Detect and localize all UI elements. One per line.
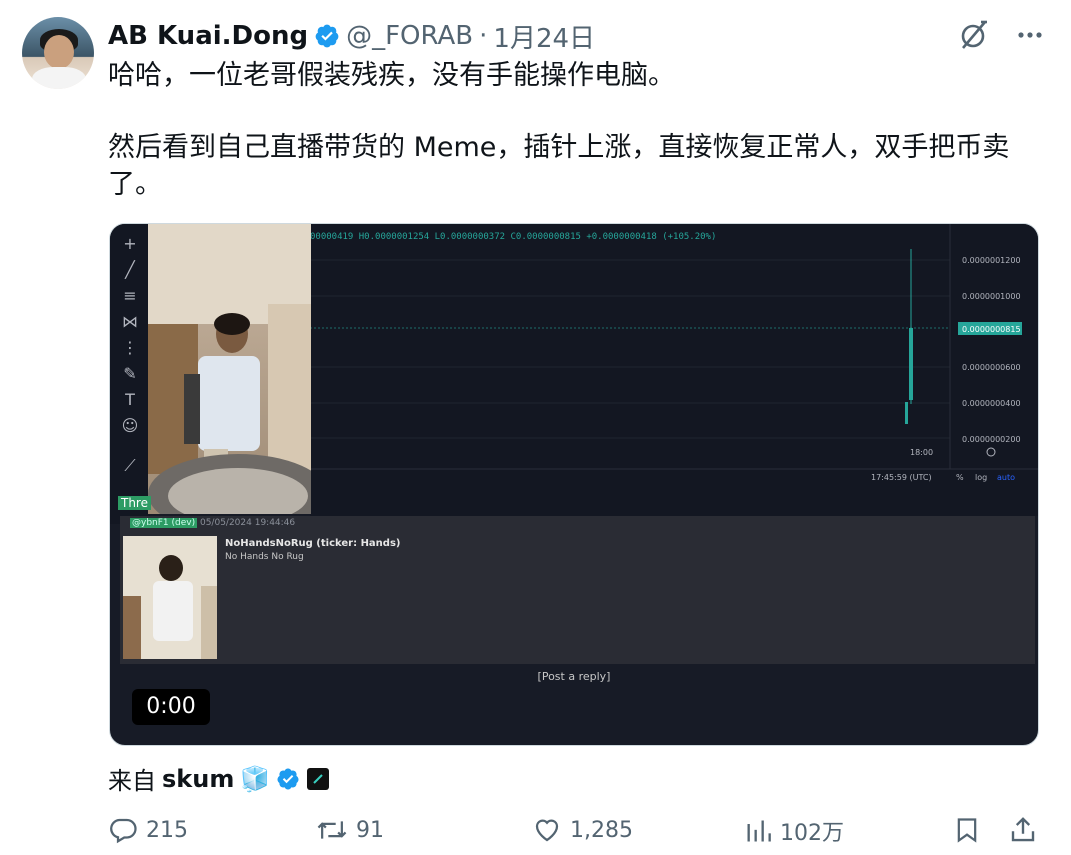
bookmark-icon — [957, 818, 977, 843]
price-chart: 0.0000001200 0.0000001000 0.0000000815 0… — [310, 224, 1038, 516]
price-tick-4: 0.0000000600 — [962, 363, 1021, 372]
auto-toggle: auto — [997, 473, 1015, 482]
tweet-text-line-2: 然后看到自己直播带货的 Meme，插针上涨，直接恢复正常人，双手把币卖 — [108, 132, 1010, 163]
author-handle[interactable]: @_FORAB — [346, 21, 473, 51]
tweet-text-line-3: 了。 — [108, 169, 162, 200]
thread-label: Thre — [118, 496, 151, 510]
ohlc-readout: 00000419 H0.0000001254 L0.0000000372 C0.… — [310, 232, 717, 242]
avatar-shirt — [32, 67, 86, 89]
retweet-button[interactable]: 91 — [316, 815, 384, 845]
views-icon — [747, 820, 771, 842]
time-tick: 18:00 — [910, 448, 933, 457]
chart-clock: 17:45:59 (UTC) — [871, 473, 932, 482]
video-player[interactable]: 0.0000001200 0.0000001000 0.0000000815 0… — [109, 223, 1039, 746]
horizontal-lines-icon[interactable]: ≡ — [120, 286, 140, 306]
heart-icon — [535, 819, 559, 842]
drawing-toolbar: + ╱ ≡ ⋈ ⋮ ✎ T ☺ ⟋ — [110, 224, 150, 524]
share-icon — [1011, 817, 1035, 842]
source-verified-icon — [276, 767, 300, 791]
post-subtitle: No Hands No Rug — [225, 552, 304, 562]
grok-icon[interactable] — [957, 18, 991, 52]
price-tick-5: 0.0000000400 — [962, 399, 1021, 408]
post-reply-link[interactable]: [Post a reply] — [110, 670, 1038, 683]
video-timestamp: 0:00 — [132, 689, 210, 725]
author-avatar[interactable] — [22, 17, 94, 89]
like-count: 1,285 — [570, 817, 633, 843]
header-separator: · — [479, 21, 488, 51]
emoji-icon[interactable]: ☺ — [120, 416, 140, 436]
thread-post: @ybnF1 (dev) 05/05/2024 19:44:46 NoHands… — [120, 516, 1035, 664]
ruler-icon[interactable]: ⟋ — [120, 456, 140, 476]
fib-icon[interactable]: ⋮ — [120, 338, 140, 358]
tweet-header: AB Kuai.Dong @_FORAB · 1月24日 — [108, 18, 595, 54]
percent-toggle: % — [956, 473, 964, 482]
views-count: 102万 — [780, 821, 844, 846]
source-name[interactable]: skum — [162, 765, 234, 793]
pattern-icon[interactable]: ⋈ — [120, 312, 140, 332]
crosshair-icon[interactable]: + — [120, 234, 140, 254]
source-emoji: 🧊 — [240, 764, 271, 793]
log-toggle: log — [975, 473, 987, 482]
source-app-icon — [306, 767, 330, 791]
tweet-date[interactable]: 1月24日 — [493, 18, 595, 55]
tweet-top-actions — [957, 18, 1043, 52]
tweet-action-bar: 215 91 1,285 102万 — [108, 815, 1041, 851]
like-button[interactable]: 1,285 — [532, 815, 633, 845]
post-meta: @ybnF1 (dev) 05/05/2024 19:44:46 — [130, 518, 295, 528]
bookmark-button[interactable] — [953, 815, 981, 845]
author-name[interactable]: AB Kuai.Dong — [108, 21, 308, 51]
price-tick-1: 0.0000001200 — [962, 256, 1021, 265]
post-thumbnail — [123, 536, 217, 659]
reply-icon — [110, 818, 137, 844]
trendline-icon[interactable]: ╱ — [120, 260, 140, 280]
price-tick-current: 0.0000000815 — [962, 325, 1021, 334]
tweet-text-line-1: 哈哈，一位老哥假装残疾，没有手能操作电脑。 — [108, 60, 675, 91]
post-user: @ybnF1 (dev) — [130, 518, 198, 528]
text-tool-icon[interactable]: T — [120, 390, 140, 410]
price-tick-2: 0.0000001000 — [962, 292, 1021, 301]
retweet-icon — [317, 821, 347, 839]
post-title: NoHandsNoRug (ticker: Hands) — [225, 538, 401, 549]
price-tick-6: 0.0000000200 — [962, 435, 1021, 444]
retweet-count: 91 — [356, 817, 384, 843]
views-button[interactable]: 102万 — [744, 815, 844, 847]
source-line: 来自 skum 🧊 — [108, 761, 330, 796]
reply-button[interactable]: 215 — [108, 815, 188, 845]
reply-count: 215 — [146, 817, 188, 843]
verified-badge-icon — [314, 23, 340, 49]
brush-icon[interactable]: ✎ — [120, 364, 140, 384]
more-options-icon[interactable] — [1017, 18, 1043, 52]
avatar-face — [44, 35, 74, 69]
post-date: 05/05/2024 19:44:46 — [199, 518, 296, 528]
source-prefix: 来自 — [108, 767, 156, 795]
webcam-overlay — [148, 224, 311, 514]
share-button[interactable] — [1008, 815, 1038, 845]
